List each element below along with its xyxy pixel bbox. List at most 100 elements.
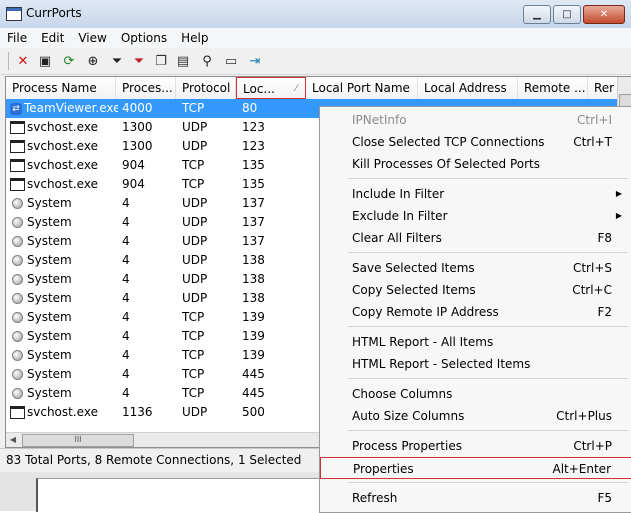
horizontal-scroll-thumb[interactable]: III [22, 434, 134, 447]
find-icon[interactable]: ⚲ [198, 52, 216, 70]
local-port-cell: 123 [242, 120, 265, 134]
process-name: System [27, 310, 72, 324]
context-menu-item[interactable]: Save Selected Items Ctrl+S [320, 257, 631, 279]
process-name: System [27, 329, 72, 343]
process-id-cell: 4 [122, 196, 130, 210]
menu-item-shortcut: Ctrl+T [573, 135, 612, 149]
process-name-cell: System [10, 327, 118, 346]
process-name-cell: System [10, 365, 118, 384]
delete-icon[interactable]: ✕ [14, 52, 32, 70]
menu-options[interactable]: Options [114, 28, 174, 48]
context-menu-item[interactable]: Auto Size Columns Ctrl+Plus [320, 405, 631, 427]
process-name-cell: System [10, 213, 118, 232]
process-name-cell: svchost.exe [10, 403, 118, 422]
column-header[interactable]: Local Port Name [306, 77, 418, 99]
html-report-icon[interactable]: ▤ [174, 52, 192, 70]
process-name: System [27, 196, 72, 210]
process-name-cell: System [10, 232, 118, 251]
process-name: System [27, 272, 72, 286]
menu-item-shortcut: Ctrl+I [577, 113, 612, 127]
exit-icon[interactable]: ⇥ [246, 52, 264, 70]
context-menu-item[interactable]: Copy Remote IP Address F2 [320, 301, 631, 323]
protocol-cell: TCP [182, 158, 205, 172]
save-icon[interactable]: ▣ [36, 52, 54, 70]
column-header[interactable]: Loc... ⁄ [236, 77, 306, 99]
menu-help[interactable]: Help [174, 28, 215, 48]
menu-edit[interactable]: Edit [34, 28, 71, 48]
system-icon [12, 255, 23, 266]
filter-icon[interactable]: ⏷ [108, 52, 126, 70]
maximize-button[interactable]: □ [553, 5, 581, 24]
scroll-left-icon[interactable]: ◀ [6, 433, 20, 447]
process-name-cell: System [10, 289, 118, 308]
process-name: System [27, 291, 72, 305]
title-bar[interactable]: CurrPorts ▁ □ ✕ [0, 0, 631, 29]
context-menu-item[interactable]: Copy Selected Items Ctrl+C [320, 279, 631, 301]
local-port-cell: 137 [242, 215, 265, 229]
currports-window: CurrPorts ▁ □ ✕ File Edit View Options H… [0, 0, 631, 513]
process-name: TeamViewer.exe [24, 101, 118, 115]
menu-item-label: Copy Selected Items [352, 283, 476, 297]
process-name: System [27, 386, 72, 400]
menu-item-shortcut: Alt+Enter [552, 462, 611, 476]
context-menu-item[interactable]: Close Selected TCP Connections Ctrl+T [320, 131, 631, 153]
process-name: svchost.exe [27, 158, 98, 172]
column-header-label: Protocol [182, 81, 231, 95]
copy-icon[interactable]: ❐ [152, 52, 170, 70]
protocol-cell: UDP [182, 234, 208, 248]
context-menu-item[interactable]: Exclude In Filter ▶ [320, 205, 631, 227]
filter-clear-icon[interactable]: ⏷ [130, 52, 148, 70]
protocol-cell: TCP [182, 177, 205, 191]
column-header[interactable]: Proces... [116, 77, 176, 99]
context-menu-item[interactable]: Refresh F5 [320, 487, 631, 509]
minimize-button[interactable]: ▁ [523, 5, 551, 24]
menu-separator [348, 430, 628, 431]
menu-item-shortcut: Ctrl+Plus [556, 409, 612, 423]
window-icon [10, 121, 25, 134]
protocol-cell: UDP [182, 253, 208, 267]
column-header[interactable]: Local Address [418, 77, 518, 99]
local-port-cell: 135 [242, 177, 265, 191]
local-port-cell: 137 [242, 196, 265, 210]
column-header[interactable]: Protocol [176, 77, 236, 99]
system-icon [12, 198, 23, 209]
process-name-cell: svchost.exe [10, 175, 118, 194]
menu-view[interactable]: View [71, 28, 113, 48]
local-port-cell: 137 [242, 234, 265, 248]
process-name: System [27, 215, 72, 229]
context-menu-item[interactable]: Properties Alt+Enter [320, 457, 631, 479]
system-icon [12, 274, 23, 285]
process-name: svchost.exe [27, 120, 98, 134]
menu-item-label: IPNetInfo [352, 113, 407, 127]
context-menu-item[interactable]: HTML Report - Selected Items [320, 353, 631, 375]
close-button[interactable]: ✕ [583, 5, 625, 24]
menu-item-shortcut: Ctrl+S [572, 261, 612, 275]
context-menu-item[interactable]: Process Properties Ctrl+P [320, 435, 631, 457]
system-icon [12, 293, 23, 304]
process-name: System [27, 348, 72, 362]
process-id-cell: 904 [122, 177, 145, 191]
local-port-cell: 445 [242, 367, 265, 381]
menu-file[interactable]: File [0, 28, 34, 48]
menu-item-label: HTML Report - Selected Items [352, 357, 531, 371]
context-menu-item[interactable]: Choose Columns [320, 383, 631, 405]
context-menu-item[interactable]: IPNetInfo Ctrl+I [320, 109, 631, 131]
context-menu-item[interactable]: Kill Processes Of Selected Ports [320, 153, 631, 175]
app-icon [6, 7, 22, 21]
column-header[interactable]: Remote ... [518, 77, 588, 99]
local-port-cell: 138 [242, 253, 265, 267]
process-id-cell: 4 [122, 386, 130, 400]
protocol-cell: TCP [182, 367, 205, 381]
properties-icon[interactable]: ▭ [222, 52, 240, 70]
process-id-cell: 1136 [122, 405, 153, 419]
refresh-icon[interactable]: ⟳ [60, 52, 78, 70]
target-icon[interactable]: ⊕ [84, 52, 102, 70]
window-title: CurrPorts [26, 6, 82, 20]
menu-item-label: HTML Report - All Items [352, 335, 494, 349]
protocol-cell: UDP [182, 120, 208, 134]
context-menu-item[interactable]: Clear All Filters F8 [320, 227, 631, 249]
context-menu-item[interactable]: Include In Filter ▶ [320, 183, 631, 205]
column-header[interactable]: Process Name [6, 77, 116, 99]
context-menu-item[interactable]: HTML Report - All Items [320, 331, 631, 353]
protocol-cell: TCP [182, 348, 205, 362]
